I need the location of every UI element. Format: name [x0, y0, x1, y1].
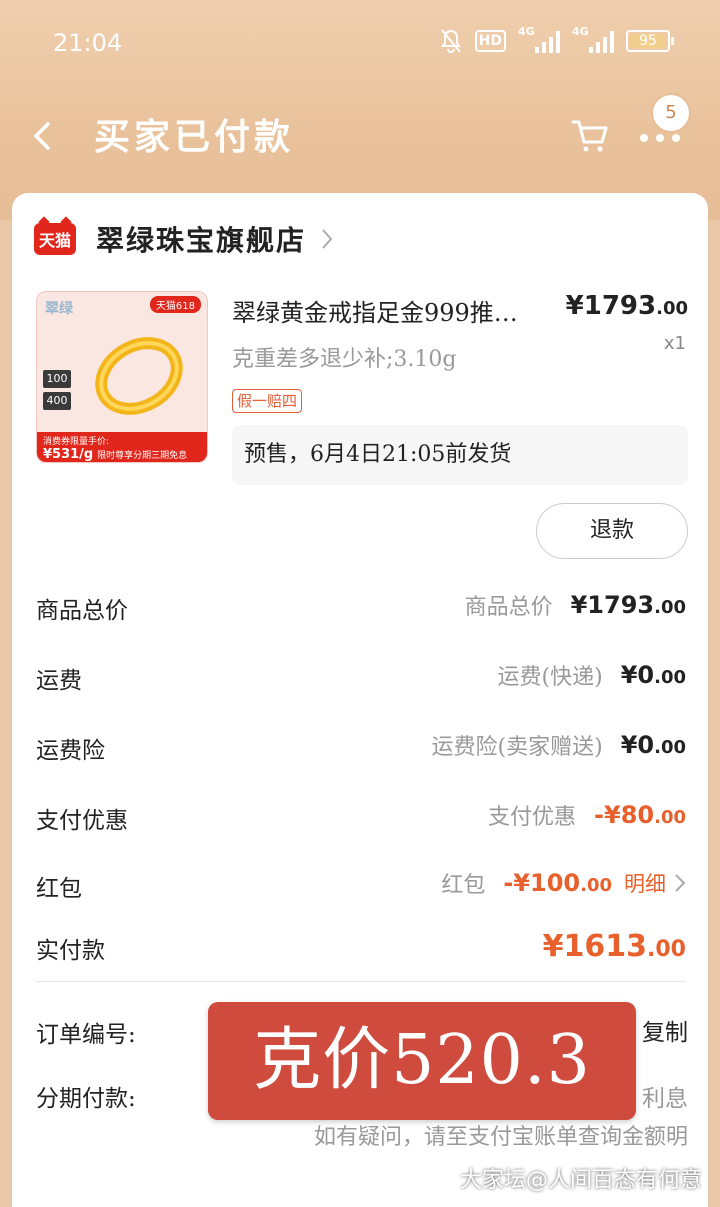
status-icons: HD 4G 4G 95 — [439, 25, 674, 54]
interest-text: 利息 — [642, 1086, 688, 1112]
signal-icon: 4G — [572, 25, 614, 53]
fee-label: 商品总价 — [36, 598, 128, 624]
fee-amount: -¥100.00 — [503, 869, 612, 897]
fee-desc: 红包 — [441, 873, 486, 898]
page-title: 买家已付款 — [94, 116, 295, 158]
product-image-footer: 消费券限量手价: ¥531/g 限时尊享分期三期免息 — [37, 432, 207, 462]
fee-desc: 运费险(卖家赠送) — [431, 735, 603, 760]
cart-icon[interactable] — [570, 116, 610, 156]
product-image[interactable]: 翠绿 天猫618 100 400 消费券限量手价: ¥531/g 限时尊享分期三… — [36, 291, 208, 463]
watermark: 大家坛@人间百态有何意 — [459, 1168, 702, 1193]
installment-label: 分期付款: — [36, 1086, 136, 1112]
fee-amount: ¥0.00 — [620, 731, 686, 759]
signal-label: 4G — [518, 25, 535, 38]
fee-label: 红包 — [36, 876, 82, 902]
product-image-brand: 翠绿 — [45, 301, 73, 317]
fee-row-shipping-insurance: 运费险 运费险(卖家赠送) ¥0.00 — [36, 727, 686, 767]
chevron-right-icon — [674, 872, 686, 894]
fee-amount: ¥1793.00 — [570, 591, 686, 619]
total-amount: ¥1613.00 — [542, 929, 686, 964]
fee-row-red-packet[interactable]: 红包 红包 -¥100.00 明细 — [36, 865, 686, 905]
mute-icon — [439, 28, 463, 54]
product-quantity: x1 — [663, 333, 686, 354]
product-image-price: ¥531/g — [43, 447, 94, 462]
price-per-gram-banner: 克价520.3 — [208, 1002, 636, 1120]
status-bar: 21:04 HD 4G 4G 95 — [0, 0, 720, 84]
fee-label: 运费险 — [36, 738, 105, 764]
shop-name[interactable]: 翠绿珠宝旗舰店 — [96, 219, 306, 259]
coupon-badge: 400 — [43, 392, 71, 410]
fee-row-shipping: 运费 运费(快递) ¥0.00 — [36, 657, 686, 697]
signal-icon: 4G — [518, 25, 560, 53]
fee-label: 运费 — [36, 668, 82, 694]
total-label: 实付款 — [36, 938, 105, 964]
product-image-tag: 天猫618 — [149, 296, 201, 313]
presale-notice: 预售，6月4日21:05前发货 — [232, 425, 688, 485]
total-paid-row: 实付款 ¥1613.00 — [36, 927, 686, 967]
coupon-badge: 100 — [43, 370, 71, 388]
battery-icon: 95 — [626, 30, 674, 52]
tmall-logo: 天猫 — [34, 223, 76, 255]
status-time: 21:04 — [53, 29, 123, 57]
ring-illustration — [95, 337, 183, 415]
order-number-label: 订单编号: — [36, 1022, 136, 1048]
fee-amount: ¥0.00 — [620, 661, 686, 689]
product-spec: 克重差多退少补;3.10g — [232, 347, 457, 372]
promise-tag: 假一赔四 — [232, 389, 303, 413]
signal-label: 4G — [572, 25, 589, 38]
chevron-right-icon — [320, 227, 334, 251]
product-image-footer-line2: 限时尊享分期三期免息 — [97, 451, 188, 461]
fee-label: 支付优惠 — [36, 808, 128, 834]
product-image-footer-line1: 消费券限量手价: — [43, 437, 110, 447]
fee-desc: 商品总价 — [464, 595, 553, 620]
billing-hint-text: 如有疑问，请至支付宝账单查询金额明 — [313, 1125, 688, 1150]
fee-row-payment-discount: 支付优惠 支付优惠 -¥80.00 — [36, 797, 686, 837]
nav-bar: 买家已付款 — [0, 96, 720, 176]
fee-amount: -¥80.00 — [594, 801, 686, 829]
battery-level: 95 — [639, 33, 657, 49]
copy-order-number-button[interactable]: 复制 — [642, 1013, 688, 1047]
fee-desc: 支付优惠 — [488, 805, 577, 830]
fee-row-goods-total: 商品总价 商品总价 ¥1793.00 — [36, 587, 686, 627]
product-price: ¥1793.00 — [565, 291, 688, 321]
hd-icon: HD — [474, 30, 506, 52]
shop-row[interactable]: 天猫 翠绿珠宝旗舰店 — [34, 221, 334, 257]
refund-button[interactable]: 退款 — [536, 503, 688, 559]
fee-desc: 运费(快递) — [497, 665, 603, 690]
notification-badge: 5 — [651, 93, 691, 133]
product-name[interactable]: 翠绿黄金戒指足金999推… — [232, 293, 552, 328]
divider — [36, 981, 686, 982]
red-packet-detail-link[interactable]: 明细 — [624, 868, 666, 898]
back-icon[interactable] — [28, 116, 58, 156]
